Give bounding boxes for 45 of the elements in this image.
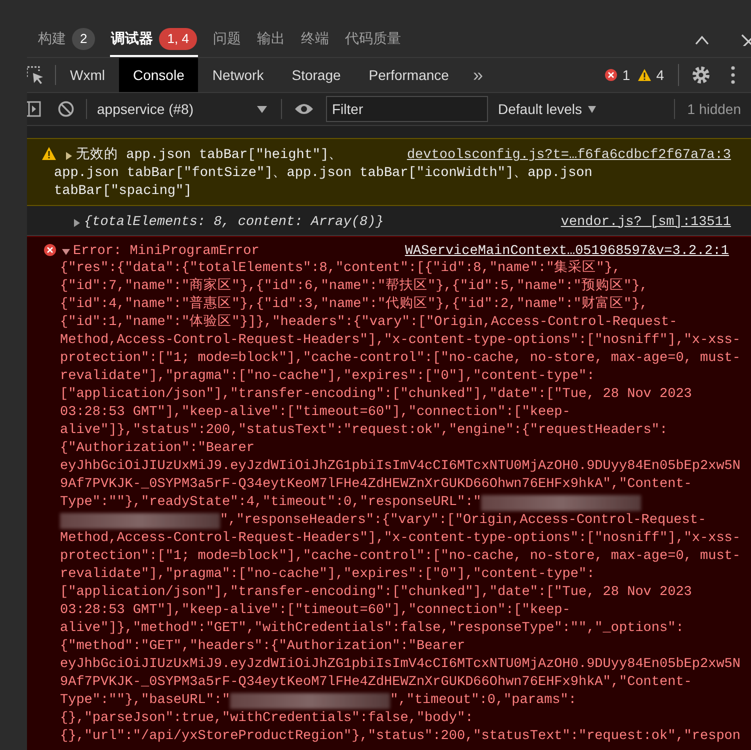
warning-message-line: app.json tabBar["fontSize"]、app.json tabBar["iconWidth"]、app.json <box>54 165 592 183</box>
hidden-count: 1 hidden <box>687 100 741 118</box>
devtools-tab[interactable]: Performance <box>354 58 463 92</box>
settings-icon[interactable] <box>691 65 711 85</box>
chevron-up-icon[interactable] <box>695 34 709 44</box>
filter-field[interactable]: Filter <box>326 96 488 122</box>
context-select[interactable]: appservice (#8) <box>97 98 267 120</box>
error-icon <box>605 69 618 81</box>
warning-message-line: 无效的 app.json tabBar["height"]、 <box>76 147 343 165</box>
source-link[interactable]: WAServiceMainContext…051968597&v=3.2.2:1 <box>404 243 729 261</box>
more-tabs-button[interactable]: » <box>472 62 483 88</box>
warning-icon <box>638 69 652 81</box>
panel-tab[interactable]: 终端 <box>300 22 330 57</box>
log-levels-dropdown[interactable]: Default levels <box>498 98 596 120</box>
error-title: Error: MiniProgramError <box>73 243 260 261</box>
collapsed-arrow-icon[interactable] <box>73 218 81 226</box>
devtools-tab[interactable]: Network <box>198 58 278 92</box>
devtools-tab[interactable]: Console <box>119 58 198 92</box>
collapsed-arrow-icon[interactable] <box>65 152 73 160</box>
dropdown-arrow-icon <box>588 106 596 112</box>
panel-tab[interactable]: 代码质量 <box>344 22 402 57</box>
devtools-tab[interactable]: Storage <box>278 58 355 92</box>
count-badge: 1, 4 <box>159 28 197 50</box>
panel-tab[interactable]: 输出 <box>256 22 286 57</box>
sidebar-toggle-icon[interactable] <box>27 101 41 117</box>
error-count[interactable]: 1 <box>605 64 630 86</box>
count-badge: 2 <box>72 28 96 50</box>
devtools-tab[interactable]: Wxml <box>56 58 119 92</box>
inspect-icon[interactable] <box>27 65 45 85</box>
source-link[interactable]: vendor.js? [sm]:13511 <box>560 214 731 232</box>
more-options-icon[interactable] <box>731 66 735 84</box>
close-icon[interactable] <box>741 34 751 46</box>
error-icon <box>44 244 56 256</box>
panel-tab[interactable]: 构建 2 <box>37 22 96 57</box>
expand-arrow-icon[interactable] <box>62 248 70 256</box>
log-message: {totalElements: 8, content: Array(8)} <box>84 214 384 232</box>
warning-icon <box>42 147 56 160</box>
source-link[interactable]: devtoolsconfig.js?t=…f6fa6cdbcf2f67a7a:3 <box>406 147 731 165</box>
panel-tab[interactable]: 问题 <box>212 22 242 57</box>
warning-count[interactable]: 4 <box>638 64 664 86</box>
dropdown-arrow-icon <box>257 106 267 112</box>
clear-console-icon[interactable] <box>58 101 74 117</box>
eye-icon[interactable] <box>294 102 314 116</box>
warning-message-line: tabBar["spacing"] <box>54 183 192 201</box>
error-details: {"res":{"data":{"totalElements":8,"content":[{"id":8,"name":"集采区"}, {"id":7,"name":"商家区"},{"id":6,"name":"帮扶区"},{"id":5,"name":"预购区"}, {"id":4,"name":"普惠区"},{"id":3,"name":"代购区"},{"id":2,"name":"财富区"}, {"id":1,"name":"体验区"}]},"headers":{"vary":["Origin,Access-Control-Request- Method,Access-Control-Request-Headers"],"x-content-type-options":["nosniff"],"x-xss- protection":["1; mode=block"],"cache-control":["no-cache, no-store, max-age=0, must- revalidate"],"pragma":["no-cache"],"expires":["0"],"content-type": ["application/json"],"transfer-encoding":["chunked"],"date":["Tue, 28 Nov 2023 03:28:53 GMT"],"keep-alive":["timeout=60"],"connection":["keep- alive"]},"status":200,"statusText":"request:ok","engine":{"requestHeaders": {"Authorization":"Bearer eyJhbGciOiJIUzUxMiJ9.eyJzdWIiOiJhZG1pbiIsImV4cCI6MTcxNTU0MjAzOH0.9DUyy84En05bEp2xw5N 9Af7PVKJK-_0SYPM3a5rF-Q34eytKeoM7lFHe4ZdHEWZnXrGUKD66Ohwn76EHFx9hkA","Content- Type":""},"readyState":4,"timeout":0,"responseURL":" ","responseHeaders":{"vary":["Origin,Access-Control-Request- Method,Access-Control-Request-Headers"],"x-content-type-options":["nosniff"],"x-xss- protection":["1; mode=block"],"cache-control":["no-cache, no-store, max-age=0, must- revalidate"],"pragma":["no-cache"],"expires":["0"],"content-type": ["application/json"],"transfer-encoding":["chunked"],"date":["Tue, 28 Nov 2023 03:28:53 GMT"],"keep-alive":["timeout=60"],"connection":["keep- alive"]},"method":"GET","withCredentials":false,"responseType":"","_options": {"method":"GET","headers":{"Authorization":"Bearer eyJhbGciOiJIUzUxMiJ9.eyJzdWIiOiJhZG1pbiIsImV4cCI6MTcxNTU0MjAzOH0.9DUyy84En05bEp2xw5N 9Af7PVKJK-_0SYPM3a5rF-Q34eytKeoM7lFHe4ZdHEWZnXrGUKD66Ohwn76EHFx9hkA","Content- Type":""},"baseURL":" ","timeout":0,"params": {},"parseJson":true,"withCredentials":false,"body": {},"url":"/api/yxStoreProductRegion"},"status":200,"statusText":"request:ok","respon <box>60 260 742 746</box>
